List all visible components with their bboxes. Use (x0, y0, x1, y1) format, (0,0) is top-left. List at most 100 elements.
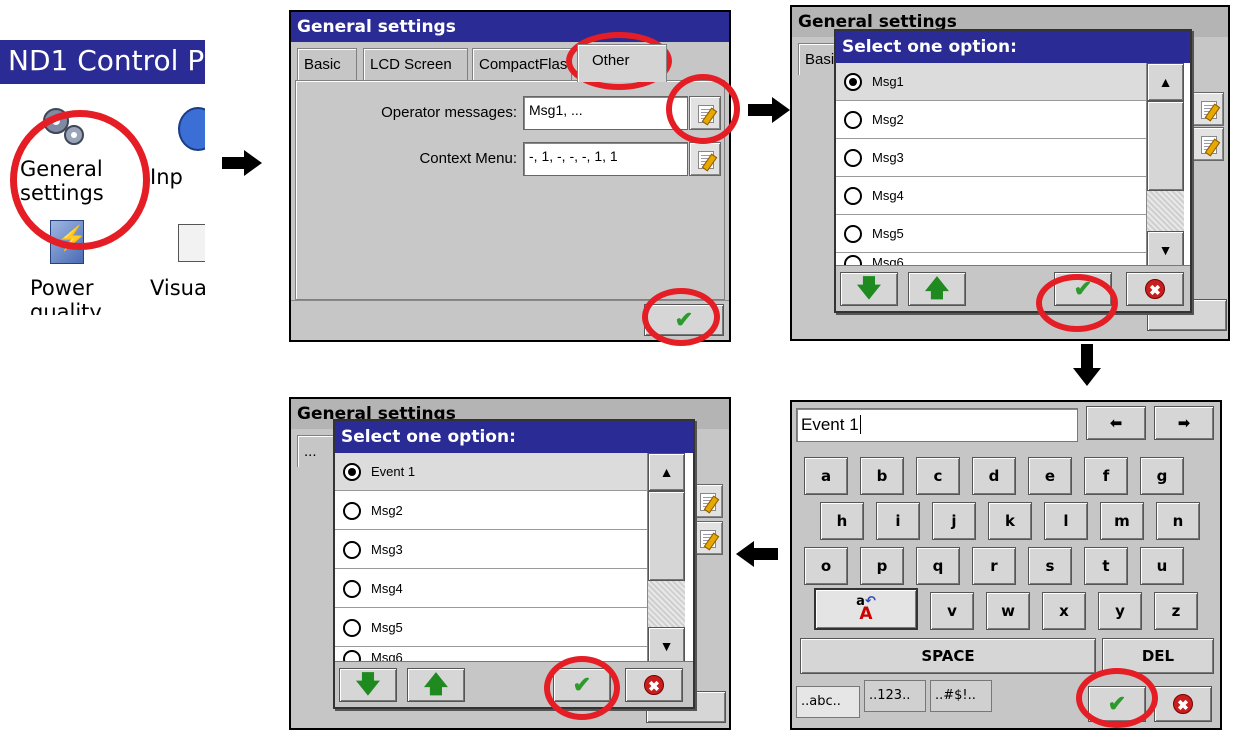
cursor-left-button[interactable]: ⬅ (1086, 406, 1146, 440)
edit-icon (1201, 101, 1217, 119)
option-item[interactable]: Msg3 (836, 139, 1146, 177)
operator-messages-field[interactable]: Msg1, ... (523, 96, 688, 130)
key[interactable]: p (860, 547, 904, 585)
key[interactable]: f (1084, 457, 1128, 495)
scrollbar[interactable]: ▲ ▼ (647, 453, 685, 665)
cancel-button[interactable]: ✖ (625, 668, 683, 702)
key[interactable]: w (986, 592, 1030, 630)
option-label: Event 1 (371, 464, 416, 479)
cursor-right-button[interactable]: ➡ (1154, 406, 1214, 440)
radio-icon (343, 501, 361, 520)
highlight-circle-confirm (544, 656, 620, 720)
option-item[interactable]: Msg5 (335, 609, 647, 647)
key[interactable]: r (972, 547, 1016, 585)
scroll-up-button[interactable]: ▲ (648, 453, 685, 491)
key[interactable]: v (930, 592, 974, 630)
flow-arrow-down-icon (1073, 344, 1101, 388)
visualization-label: Visua (150, 276, 205, 300)
space-key[interactable]: SPACE (800, 638, 1096, 674)
mode-123-tab[interactable]: ..123.. (864, 680, 926, 712)
key[interactable]: s (1028, 547, 1072, 585)
move-down-button[interactable]: 🡇 (840, 272, 898, 306)
arrow-down-icon: 🡇 (355, 671, 381, 698)
tab-other[interactable]: Other (577, 44, 667, 82)
scroll-down-button[interactable]: ▼ (1147, 231, 1184, 269)
option-label: Msg5 (872, 226, 904, 241)
key[interactable]: k (988, 502, 1032, 540)
cancel-button[interactable]: ✖ (1126, 272, 1184, 306)
key[interactable]: x (1042, 592, 1086, 630)
scroll-down-button[interactable]: ▼ (648, 627, 685, 665)
background-edit-button (691, 484, 723, 518)
cancel-button[interactable]: ✖ (1154, 686, 1212, 722)
key[interactable]: a (804, 457, 848, 495)
key[interactable]: l (1044, 502, 1088, 540)
move-up-button[interactable]: 🡅 (407, 668, 465, 702)
key[interactable]: j (932, 502, 976, 540)
highlight-circle-general-settings (10, 110, 150, 250)
radio-icon (343, 540, 361, 559)
option-item[interactable]: Msg3 (335, 531, 647, 569)
text-input[interactable]: Event 1 (796, 408, 1078, 442)
mode-abc-tab[interactable]: ..abc.. (796, 686, 860, 718)
key[interactable]: u (1140, 547, 1184, 585)
key[interactable]: y (1098, 592, 1142, 630)
inputs-icon (178, 107, 205, 151)
key[interactable]: h (820, 502, 864, 540)
dialog-footer: 🡇 🡅 ✔ ✖ (335, 661, 693, 707)
context-menu-edit-button[interactable] (689, 142, 721, 176)
background-tab: ... (297, 435, 337, 467)
option-label: Msg2 (872, 112, 904, 127)
radio-selected-icon (343, 462, 361, 481)
key[interactable]: t (1084, 547, 1128, 585)
key[interactable]: c (916, 457, 960, 495)
option-item[interactable]: Event 1 (335, 453, 647, 491)
scroll-thumb[interactable] (648, 491, 685, 581)
option-item[interactable]: Msg2 (836, 101, 1146, 139)
key[interactable]: b (860, 457, 904, 495)
option-item[interactable]: Msg2 (335, 492, 647, 530)
edit-icon (698, 151, 714, 169)
option-item[interactable]: Msg4 (836, 177, 1146, 215)
scroll-thumb[interactable] (1147, 101, 1184, 191)
radio-icon (343, 579, 361, 598)
key[interactable]: q (916, 547, 960, 585)
tab-compactflash[interactable]: CompactFlash (472, 48, 572, 80)
key[interactable]: e (1028, 457, 1072, 495)
dialog-footer: 🡇 🡅 ✔ ✖ (836, 265, 1190, 311)
option-item[interactable]: Msg1 (836, 63, 1146, 101)
option-item[interactable]: Msg4 (335, 570, 647, 608)
highlight-circle-confirm (1076, 668, 1158, 728)
shift-case-button[interactable]: a↶ A (814, 588, 918, 630)
radio-selected-icon (844, 72, 862, 91)
inputs-icon-item[interactable]: Inp (150, 105, 205, 215)
option-label: Msg4 (371, 581, 403, 596)
tab-lcd-screen[interactable]: LCD Screen (363, 48, 468, 80)
key[interactable]: m (1100, 502, 1144, 540)
visualization-icon-item[interactable]: Visua (150, 220, 205, 315)
select-option-dialog: Select one option: Event 1 Msg2 Msg3 Msg… (333, 419, 695, 709)
move-down-button[interactable]: 🡇 (339, 668, 397, 702)
key[interactable]: n (1156, 502, 1200, 540)
key[interactable]: d (972, 457, 1016, 495)
select-option-window-2: General settings ... Select one option: … (289, 397, 731, 730)
key[interactable]: i (876, 502, 920, 540)
scroll-up-button[interactable]: ▲ (1147, 63, 1184, 101)
mode-symbols-tab[interactable]: ..#$!.. (930, 680, 992, 712)
background-edit-button (691, 521, 723, 555)
key[interactable]: o (804, 547, 848, 585)
scrollbar[interactable]: ▲ ▼ (1146, 63, 1184, 269)
key[interactable]: g (1140, 457, 1184, 495)
select-option-dialog: Select one option: Msg1 Msg2 Msg3 Msg4 M… (834, 29, 1192, 313)
arrow-down-icon: 🡇 (856, 275, 882, 302)
edit-icon (700, 493, 716, 511)
edit-icon (1201, 136, 1217, 154)
move-up-button[interactable]: 🡅 (908, 272, 966, 306)
key[interactable]: z (1154, 592, 1198, 630)
context-menu-label: Context Menu: (419, 150, 517, 167)
context-menu-field[interactable]: -, 1, -, -, -, 1, 1 (523, 142, 688, 176)
inputs-label: Inp (150, 165, 183, 189)
tab-basic[interactable]: Basic (297, 48, 357, 80)
option-item[interactable]: Msg5 (836, 215, 1146, 253)
visualization-icon (178, 224, 205, 262)
